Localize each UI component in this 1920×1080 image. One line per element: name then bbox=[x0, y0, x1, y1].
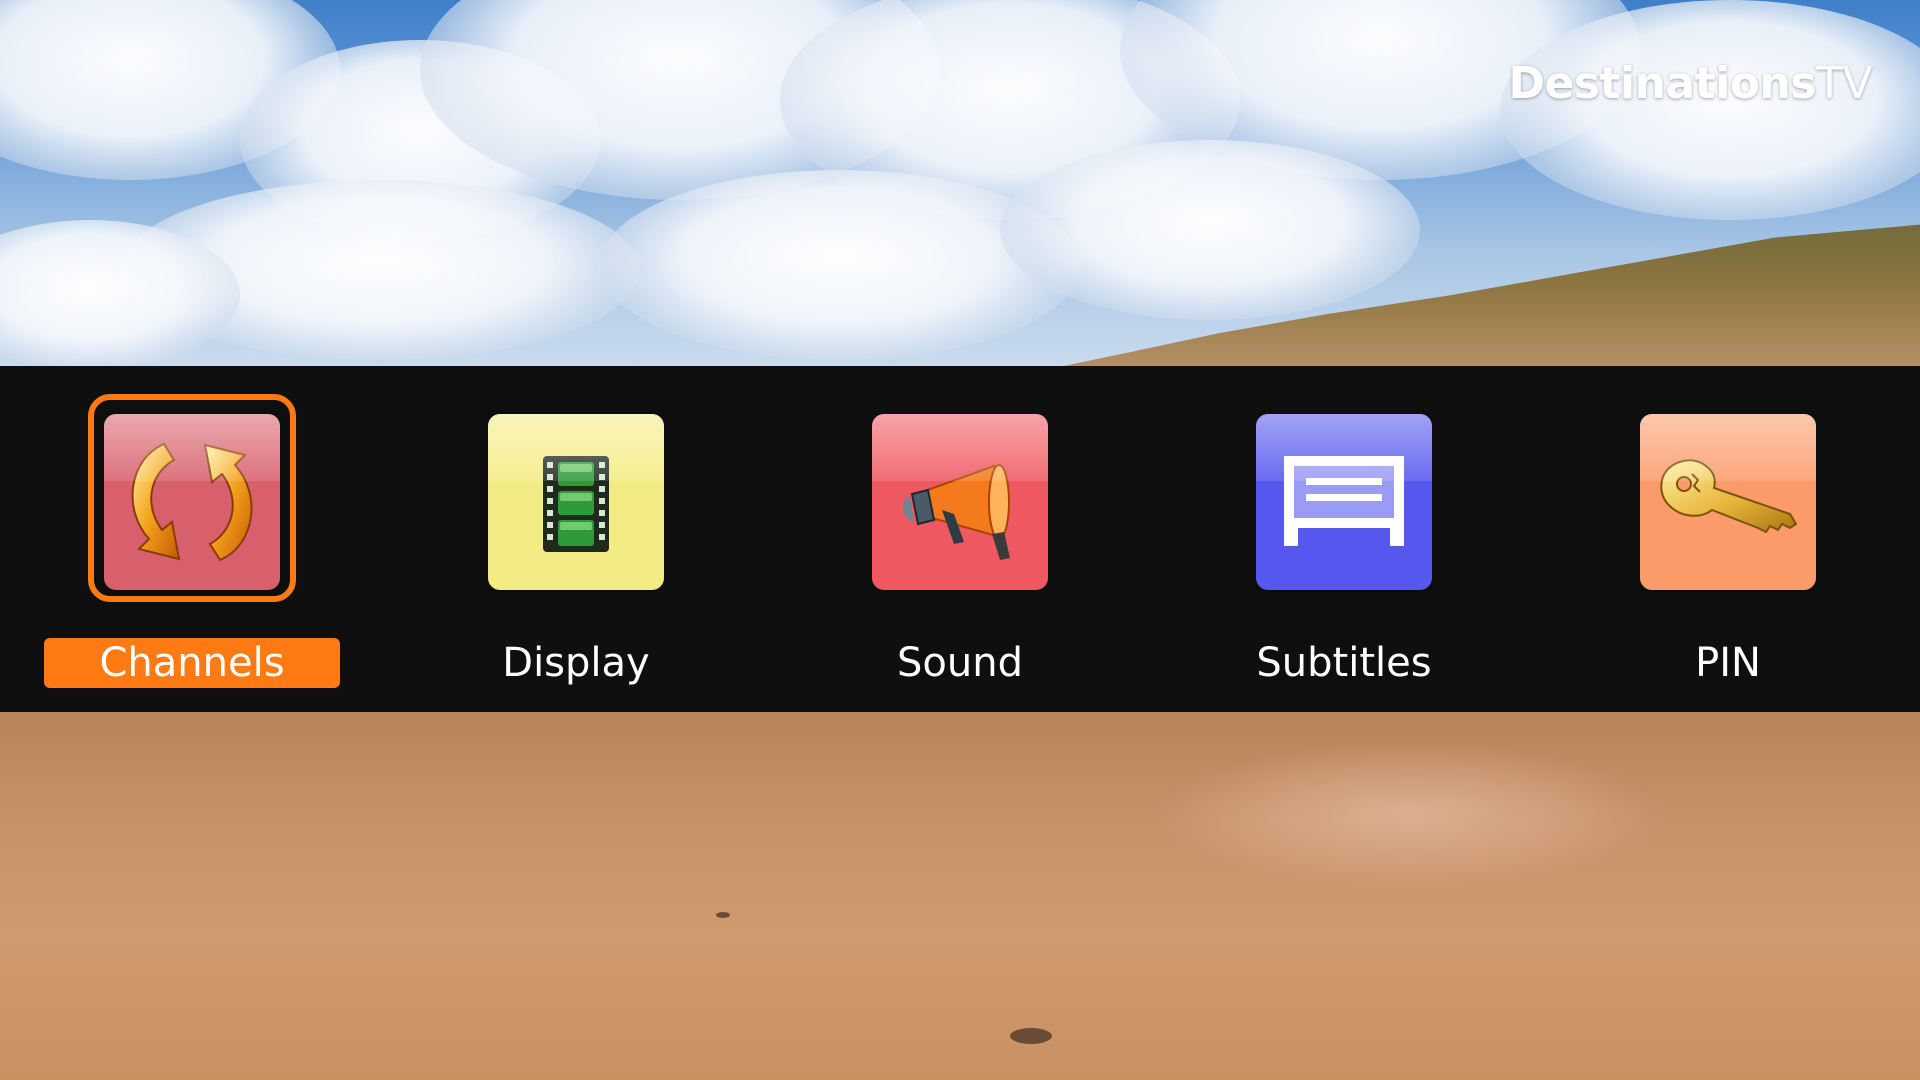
channels-tile[interactable] bbox=[104, 414, 280, 590]
key-icon bbox=[1660, 459, 1798, 534]
menu-item-pin[interactable]: PIN bbox=[1578, 366, 1878, 712]
megaphone-icon bbox=[902, 464, 1010, 560]
settings-menu: Channels Display Sound Subtitles PIN bbox=[0, 366, 1920, 712]
beach-background bbox=[0, 712, 1920, 1080]
refresh-arrows-icon bbox=[131, 442, 253, 562]
display-tile[interactable] bbox=[488, 414, 664, 590]
menu-label-sound: Sound bbox=[897, 640, 1023, 686]
film-strip-icon bbox=[543, 456, 609, 552]
menu-item-sound[interactable]: Sound bbox=[810, 366, 1110, 712]
logo-suffix-text: TV bbox=[1816, 58, 1872, 109]
logo-main-text: Destinations bbox=[1508, 58, 1817, 109]
menu-item-subtitles[interactable]: Subtitles bbox=[1194, 366, 1494, 712]
menu-label-display: Display bbox=[502, 640, 650, 686]
subtitles-tile[interactable] bbox=[1256, 414, 1432, 590]
pebble bbox=[716, 912, 730, 918]
pin-tile[interactable] bbox=[1640, 414, 1816, 590]
menu-label-pin: PIN bbox=[1695, 640, 1761, 686]
pebble bbox=[1010, 1028, 1052, 1044]
sky-background bbox=[0, 0, 1920, 366]
menu-label-channels: Channels bbox=[44, 638, 340, 688]
destinations-tv-logo: DestinationsTV bbox=[1508, 58, 1872, 109]
menu-item-display[interactable]: Display bbox=[426, 366, 726, 712]
subtitles-icon bbox=[1284, 456, 1404, 546]
sound-tile[interactable] bbox=[872, 414, 1048, 590]
menu-item-channels[interactable]: Channels bbox=[42, 366, 342, 712]
menu-label-subtitles: Subtitles bbox=[1256, 640, 1432, 686]
settings-screen: DestinationsTV Channels Display Sound Su… bbox=[0, 0, 1920, 1080]
